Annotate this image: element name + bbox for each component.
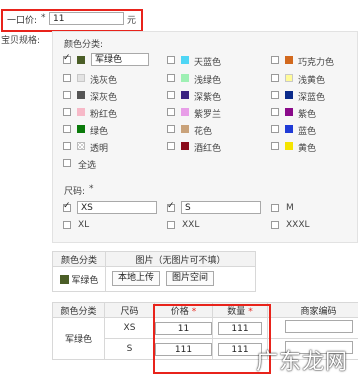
color-label: 黄色 xyxy=(298,144,317,154)
image-color-name: 军绿色 xyxy=(71,275,99,286)
size-checkbox[interactable] xyxy=(167,201,175,212)
image-color-swatch xyxy=(59,274,69,284)
color-swatch xyxy=(181,74,189,82)
color-swatch xyxy=(77,142,85,150)
color-checkbox[interactable] xyxy=(63,125,71,133)
sku-code-input[interactable] xyxy=(284,320,353,333)
color-label: 花色 xyxy=(194,127,213,137)
color-swatch xyxy=(285,108,293,116)
sku-row-code-cell xyxy=(267,317,358,339)
color-checkbox[interactable] xyxy=(167,125,175,133)
color-checkbox[interactable] xyxy=(271,125,279,133)
image-space-button[interactable]: 图片空间 xyxy=(166,271,214,286)
spec-label: 宝贝规格: xyxy=(1,36,41,46)
color-swatch xyxy=(77,125,85,133)
color-swatch xyxy=(77,56,85,64)
image-table-color-cell: 军绿色 xyxy=(52,266,106,292)
color-label: 紫罗兰 xyxy=(194,110,222,120)
color-swatch xyxy=(77,74,85,82)
size-label: XL xyxy=(78,220,90,230)
size-label: XXXL xyxy=(286,220,310,230)
color-checkbox[interactable] xyxy=(167,91,175,99)
sku-row-size: XS xyxy=(104,317,155,339)
color-checkbox[interactable] xyxy=(271,91,279,99)
color-checkbox[interactable] xyxy=(271,108,279,116)
size-checkbox[interactable] xyxy=(271,221,279,229)
select-all-checkbox[interactable] xyxy=(63,159,71,167)
price-input[interactable]: 11 xyxy=(49,12,124,25)
color-section-title: 颜色分类: xyxy=(64,40,104,50)
size-checkbox[interactable] xyxy=(271,204,279,212)
size-name-input[interactable]: S xyxy=(181,201,261,214)
sku-group-color: 军绿色 xyxy=(52,317,105,360)
color-name-input[interactable]: 军绿色 xyxy=(91,53,149,66)
price-required-mark: * xyxy=(41,13,46,23)
color-checkbox[interactable] xyxy=(271,56,279,64)
local-upload-button[interactable]: 本地上传 xyxy=(112,271,160,286)
color-checkbox[interactable] xyxy=(271,142,279,150)
image-table-actions-cell: 本地上传 图片空间 xyxy=(105,266,256,292)
color-swatch xyxy=(181,125,189,133)
sku-header-code: 商家编码 xyxy=(267,302,358,318)
size-required-mark: * xyxy=(89,184,94,194)
color-label: 酒红色 xyxy=(194,144,222,154)
color-checkbox[interactable] xyxy=(63,91,71,99)
price-label: 一口价: xyxy=(7,16,38,26)
size-checkbox[interactable] xyxy=(167,221,175,229)
color-checkbox[interactable] xyxy=(167,142,175,150)
color-label: 深紫色 xyxy=(194,93,222,103)
image-table: 颜色分类 图片（无图片可不填） 军绿色 本地上传 图片空间 xyxy=(52,251,256,292)
color-label: 蓝色 xyxy=(298,127,317,137)
color-label: 深灰色 xyxy=(90,93,118,103)
sku-header-size: 尺码 xyxy=(104,302,155,318)
price-unit: 元 xyxy=(127,16,137,26)
size-name-input[interactable]: XS xyxy=(77,201,157,214)
size-checkbox[interactable] xyxy=(63,201,71,212)
color-checkbox[interactable] xyxy=(63,53,71,64)
color-label: 天蓝色 xyxy=(194,58,222,68)
color-swatch xyxy=(77,108,85,116)
watermark: 广东龙网 xyxy=(255,350,348,375)
sku-header-color: 颜色分类 xyxy=(52,302,105,318)
color-swatch xyxy=(181,142,189,150)
sku-row-size: S xyxy=(104,338,155,360)
color-swatch xyxy=(181,108,189,116)
size-label: M xyxy=(286,203,294,213)
color-label: 紫色 xyxy=(298,110,317,120)
color-swatch xyxy=(285,142,293,150)
color-swatch xyxy=(285,56,293,64)
color-swatch xyxy=(181,56,189,64)
color-checkbox[interactable] xyxy=(63,74,71,82)
color-label: 深蓝色 xyxy=(298,93,326,103)
color-label: 透明 xyxy=(90,144,109,154)
color-label: 浅黄色 xyxy=(298,76,326,86)
size-section-title: 尺码: xyxy=(64,187,86,197)
size-checkbox[interactable] xyxy=(63,221,71,229)
color-swatch xyxy=(181,91,189,99)
price-qty-highlight xyxy=(153,304,271,374)
color-label: 巧克力色 xyxy=(298,58,335,68)
image-table-header-image: 图片（无图片可不填） xyxy=(105,251,256,267)
color-swatch xyxy=(285,74,293,82)
color-label: 浅绿色 xyxy=(194,76,222,86)
color-checkbox[interactable] xyxy=(63,108,71,116)
select-all-label: 全选 xyxy=(78,161,97,171)
color-label: 绿色 xyxy=(90,127,109,137)
color-swatch xyxy=(285,91,293,99)
color-checkbox[interactable] xyxy=(167,108,175,116)
image-table-header-color: 颜色分类 xyxy=(52,251,106,267)
color-checkbox[interactable] xyxy=(167,56,175,64)
color-checkbox[interactable] xyxy=(271,74,279,82)
color-checkbox[interactable] xyxy=(63,142,71,150)
color-swatch xyxy=(285,125,293,133)
color-checkbox[interactable] xyxy=(167,74,175,82)
color-label: 粉红色 xyxy=(90,110,118,120)
color-label: 浅灰色 xyxy=(90,76,118,86)
size-label: XXL xyxy=(182,220,200,230)
color-swatch xyxy=(77,91,85,99)
